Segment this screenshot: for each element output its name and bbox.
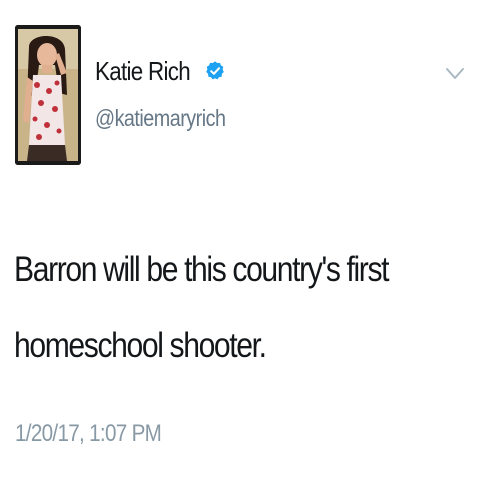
author-handle[interactable]: @katiemaryrich (95, 105, 226, 132)
author-name-row[interactable]: Katie Rich (95, 54, 226, 88)
display-name[interactable]: Katie Rich (95, 56, 191, 87)
avatar-photo (15, 25, 81, 165)
timestamp[interactable]: 1/20/17, 1:07 PM (15, 420, 162, 448)
verified-badge-icon (205, 61, 224, 80)
chevron-down-icon[interactable] (444, 66, 466, 82)
avatar[interactable] (15, 25, 81, 165)
tweet-card: Katie Rich @katiemaryrich Barron will be… (0, 0, 480, 480)
tweet-text: Barron will be this country's first home… (14, 250, 389, 365)
